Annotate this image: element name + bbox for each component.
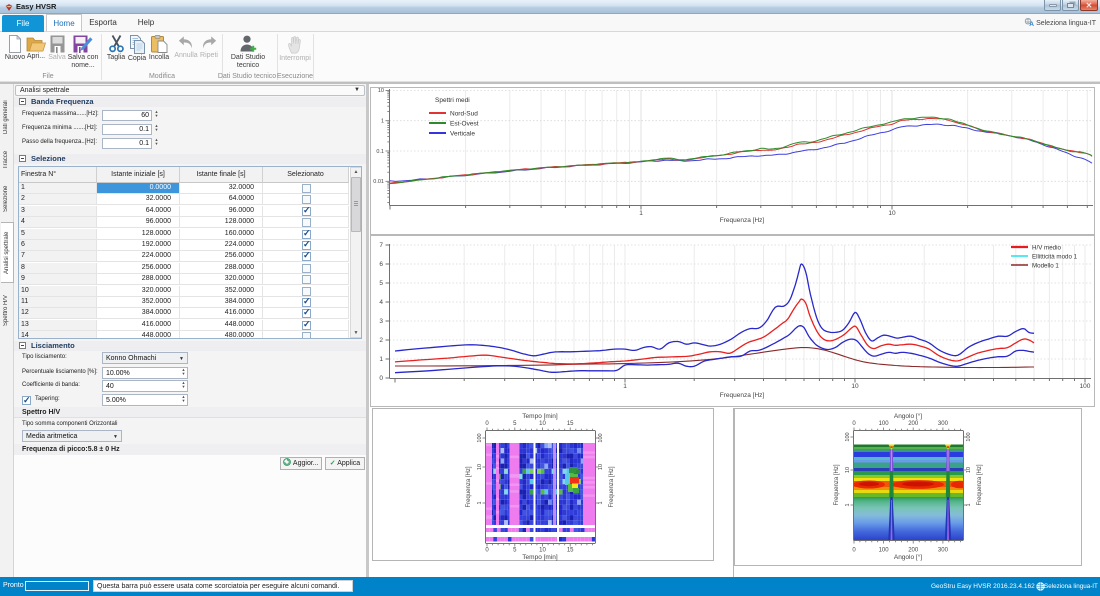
svg-text:1: 1	[379, 356, 383, 363]
svg-text:Angolo [°]: Angolo [°]	[894, 553, 922, 561]
svg-text:0: 0	[379, 375, 383, 382]
svg-text:10: 10	[539, 548, 546, 554]
svg-text:Est-Ovest: Est-Ovest	[450, 121, 479, 128]
svg-text:100: 100	[598, 433, 604, 442]
svg-text:1: 1	[966, 503, 972, 506]
svg-text:10: 10	[378, 88, 384, 94]
svg-text:100: 100	[1080, 383, 1091, 390]
svg-text:Angolo [°]: Angolo [°]	[894, 412, 922, 420]
svg-text:Frequenza [Hz]: Frequenza [Hz]	[977, 464, 983, 505]
svg-text:15: 15	[567, 421, 574, 427]
svg-text:6: 6	[379, 261, 383, 268]
svg-text:Frequenza [Hz]: Frequenza [Hz]	[609, 466, 615, 507]
svg-text:300: 300	[938, 548, 949, 554]
svg-text:7: 7	[379, 242, 383, 249]
svg-text:15: 15	[567, 548, 574, 554]
svg-text:1: 1	[639, 210, 643, 217]
svg-text:1: 1	[845, 503, 851, 506]
svg-text:1: 1	[381, 119, 384, 125]
svg-text:2: 2	[379, 337, 383, 344]
svg-text:10: 10	[477, 464, 483, 470]
svg-text:200: 200	[908, 421, 919, 427]
svg-text:10: 10	[539, 421, 546, 427]
svg-text:Frequenza [Hz]: Frequenza [Hz]	[720, 392, 765, 399]
svg-text:300: 300	[938, 421, 949, 427]
svg-text:100: 100	[879, 421, 890, 427]
svg-text:10: 10	[851, 383, 859, 390]
svg-text:Nord-Sud: Nord-Sud	[450, 111, 478, 118]
svg-text:Frequenza [Hz]: Frequenza [Hz]	[720, 217, 765, 224]
svg-text:100: 100	[845, 432, 851, 441]
svg-text:A: A	[1029, 21, 1034, 26]
svg-text:Verticale: Verticale	[450, 131, 475, 138]
svg-text:Spettri medi: Spettri medi	[435, 97, 470, 104]
svg-text:10: 10	[966, 467, 972, 473]
svg-text:1: 1	[477, 501, 483, 504]
svg-text:0.01: 0.01	[373, 179, 384, 185]
svg-text:10: 10	[598, 464, 604, 470]
svg-text:0.1: 0.1	[376, 149, 384, 155]
svg-text:H/V medio: H/V medio	[1032, 245, 1061, 252]
svg-text:1: 1	[623, 383, 627, 390]
svg-text:Modello 1: Modello 1	[1032, 263, 1059, 270]
svg-text:100: 100	[966, 432, 972, 441]
svg-text:200: 200	[908, 548, 919, 554]
svg-text:Tempo [min]: Tempo [min]	[522, 554, 558, 561]
svg-text:Ellitticità modo 1: Ellitticità modo 1	[1032, 254, 1078, 261]
svg-text:10: 10	[845, 467, 851, 473]
svg-text:100: 100	[879, 548, 890, 554]
svg-text:4: 4	[379, 299, 383, 306]
svg-text:10: 10	[888, 210, 896, 217]
svg-text:Tempo [min]: Tempo [min]	[522, 413, 558, 420]
svg-text:Frequenza [Hz]: Frequenza [Hz]	[834, 464, 840, 505]
svg-text:5: 5	[379, 280, 383, 287]
svg-text:1: 1	[598, 501, 604, 504]
svg-text:3: 3	[379, 318, 383, 325]
svg-text:Frequenza [Hz]: Frequenza [Hz]	[466, 466, 472, 507]
svg-text:100: 100	[477, 433, 483, 442]
